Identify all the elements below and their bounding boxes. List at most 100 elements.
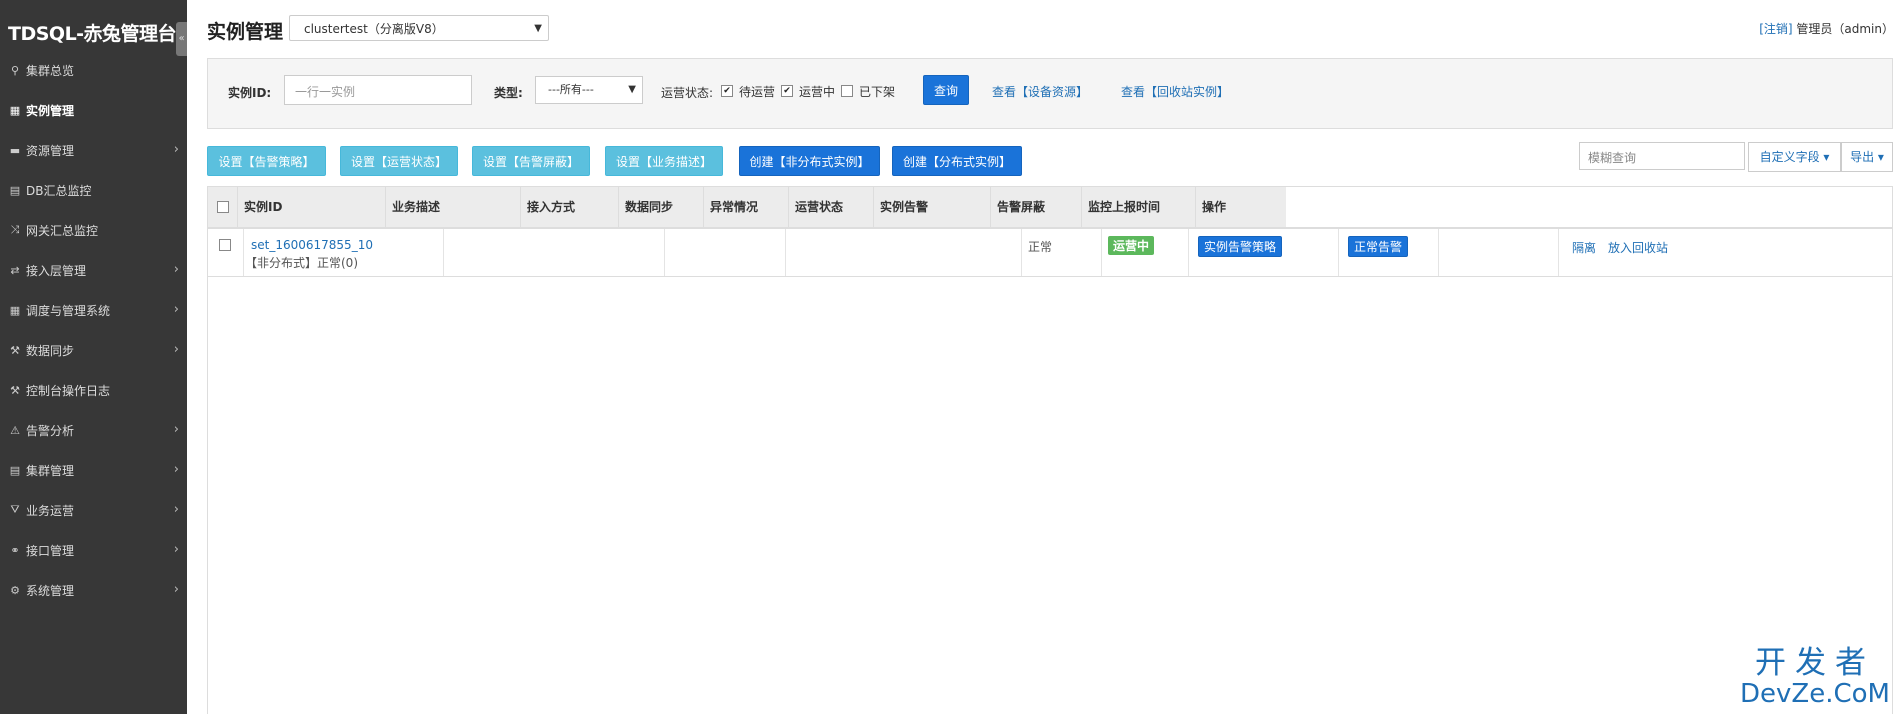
sidebar-item[interactable]: ▤ 集群管理 ›	[0, 450, 187, 490]
page-title: 实例管理	[207, 21, 284, 43]
set-run-status-button[interactable]: 设置【运营状态】	[340, 146, 458, 176]
export-label: 导出	[1850, 150, 1875, 164]
chevron-right-icon: ›	[173, 582, 179, 597]
create-distributed-button[interactable]: 创建【分布式实例】	[892, 146, 1022, 176]
caret-down-icon: ▼	[534, 23, 542, 34]
sidebar-item[interactable]: ⚒ 数据同步 ›	[0, 330, 187, 370]
set-alarm-policy-button[interactable]: 设置【告警策略】	[207, 146, 326, 176]
status-pending-label: 待运营	[739, 85, 776, 99]
query-button[interactable]: 查询	[923, 75, 969, 105]
caret-down-icon: ▾	[1823, 150, 1830, 164]
col-sync[interactable]: 数据同步	[619, 187, 704, 227]
status-running-checkbox[interactable]: ✔	[781, 85, 793, 97]
sidebar-item[interactable]: ▬ 资源管理 ›	[0, 130, 187, 170]
cell-divider	[1558, 229, 1559, 276]
gear-icon: ⚙	[10, 583, 20, 597]
status-offline-label: 已下架	[859, 85, 896, 99]
sidebar-item-label: DB汇总监控	[26, 183, 92, 198]
view-recycle-link[interactable]: 查看【回收站实例】	[1121, 83, 1229, 100]
chevron-right-icon: ›	[173, 262, 179, 277]
status-pending-checkbox[interactable]: ✔	[721, 85, 733, 97]
cell-divider	[785, 229, 786, 276]
chevron-right-icon: ›	[173, 302, 179, 317]
col-alarm-mask[interactable]: 告警屏蔽	[991, 187, 1082, 227]
instance-id-label: 实例ID:	[228, 86, 272, 100]
caret-down-icon: ▼	[628, 84, 636, 95]
sidebar-item-label: 系统管理	[26, 583, 75, 598]
chevron-right-icon: ›	[173, 542, 179, 557]
sidebar-item-label: 网关汇总监控	[26, 223, 99, 238]
col-access[interactable]: 接入方式	[521, 187, 619, 227]
sidebar-item[interactable]: ⚒ 控制台操作日志	[0, 370, 187, 410]
sidebar-item[interactable]: ⤨ 网关汇总监控	[0, 210, 187, 250]
watermark-line2: DevZe.CoM	[1740, 679, 1890, 709]
sidebar-item-label: 数据同步	[26, 343, 75, 358]
instance-id-input[interactable]: 一行一实例	[284, 75, 472, 105]
normal-alarm-button[interactable]: 正常告警	[1348, 236, 1409, 257]
cell-divider	[664, 229, 665, 276]
shuffle-icon: ⤨	[10, 223, 20, 236]
sidebar-item-label: 集群管理	[26, 463, 75, 478]
link-icon: ⚭	[10, 543, 20, 557]
instance-id-link[interactable]: set_1600617855_10	[251, 238, 373, 252]
col-run-status[interactable]: 运营状态	[789, 187, 874, 227]
logout-link[interactable]: [注销]	[1759, 22, 1792, 36]
status-label: 运营状态:	[661, 86, 714, 100]
col-report-time[interactable]: 监控上报时间	[1082, 187, 1196, 227]
road-icon: ⛛	[10, 503, 20, 516]
instance-alarm-policy-button[interactable]: 实例告警策略	[1198, 236, 1283, 257]
fuzzy-search-input[interactable]: 模糊查询	[1579, 142, 1745, 170]
move-to-recycle-link[interactable]: 放入回收站	[1608, 239, 1668, 256]
set-alarm-mask-button[interactable]: 设置【告警屏蔽】	[472, 146, 590, 176]
cluster-select[interactable]: clustertest（分离版V8） ▼	[289, 15, 549, 41]
abnormal-cell: 正常	[1028, 240, 1053, 254]
sidebar: TDSQL-赤兔管理台 « ⚲ 集群总览 ▦ 实例管理 ▬ 资源管理 › ▤ DB汇总监控 ⤨ 网关…	[0, 0, 187, 714]
col-abnormal[interactable]: 异常情况	[704, 187, 789, 227]
col-instance-id[interactable]: 实例ID	[238, 187, 386, 227]
header-checkbox-cell	[208, 187, 238, 227]
set-business-desc-button[interactable]: 设置【业务描述】	[605, 146, 723, 176]
sidebar-item[interactable]: ⚠ 告警分析 ›	[0, 410, 187, 450]
status-offline-checkbox[interactable]	[841, 85, 853, 97]
sidebar-item[interactable]: ⚲ 集群总览	[0, 50, 187, 90]
sidebar-item-label: 集群总览	[26, 63, 75, 78]
sidebar-item[interactable]: ▤ DB汇总监控	[0, 170, 187, 210]
drive-icon: ▬	[9, 143, 21, 157]
cell-divider	[1101, 229, 1102, 276]
type-select[interactable]: ---所有--- ▼	[535, 76, 643, 104]
sidebar-item[interactable]: ▦ 实例管理	[0, 90, 187, 130]
create-nondistributed-button[interactable]: 创建【非分布式实例】	[739, 146, 880, 176]
sidebar-item[interactable]: ⚙ 系统管理 ›	[0, 570, 187, 610]
chevron-right-icon: ›	[173, 342, 179, 357]
cluster-select-value: clustertest（分离版V8）	[304, 22, 444, 36]
brand-title: TDSQL-赤兔管理台	[8, 23, 177, 45]
sidebar-item-label: 实例管理	[26, 103, 75, 118]
sidebar-item[interactable]: ⚭ 接口管理 ›	[0, 530, 187, 570]
select-all-checkbox[interactable]	[217, 201, 229, 213]
sidebar-item[interactable]: ⇄ 接入层管理 ›	[0, 250, 187, 290]
user-area: [注销] 管理员（admin）	[1759, 20, 1894, 37]
sidebar-item-label: 接入层管理	[26, 263, 87, 278]
cell-divider	[443, 229, 444, 276]
list-icon: ▤	[9, 183, 21, 197]
main-content: 实例管理 clustertest（分离版V8） ▼ [注销] 管理员（admin…	[187, 0, 1900, 714]
col-instance-alarm[interactable]: 实例告警	[874, 187, 991, 227]
watermark: 开发者 DevZe.CoM	[1740, 646, 1890, 708]
chevron-right-icon: ›	[173, 462, 179, 477]
run-status-badge: 运营中	[1108, 236, 1155, 255]
grid-icon: ▦	[9, 303, 21, 317]
custom-fields-dropdown[interactable]: 自定义字段 ▾	[1748, 142, 1841, 172]
col-business-desc[interactable]: 业务描述	[386, 187, 521, 227]
view-device-link[interactable]: 查看【设备资源】	[992, 83, 1088, 100]
sidebar-item-label: 资源管理	[26, 143, 75, 158]
sidebar-menu: ⚲ 集群总览 ▦ 实例管理 ▬ 资源管理 › ▤ DB汇总监控 ⤨ 网关汇总监控 ⇄ 接入层管理 › ▦ 调度…	[0, 50, 187, 610]
sidebar-item[interactable]: ⛛ 业务运营 ›	[0, 490, 187, 530]
isolate-link[interactable]: 隔离	[1572, 239, 1596, 256]
sidebar-item[interactable]: ▦ 调度与管理系统 ›	[0, 290, 187, 330]
type-label: 类型:	[494, 86, 523, 100]
export-dropdown[interactable]: 导出 ▾	[1841, 142, 1893, 172]
row-checkbox[interactable]	[219, 239, 231, 251]
cell-divider	[243, 229, 244, 276]
warning-icon: ⚠	[10, 423, 20, 437]
custom-fields-label: 自定义字段	[1759, 150, 1820, 164]
